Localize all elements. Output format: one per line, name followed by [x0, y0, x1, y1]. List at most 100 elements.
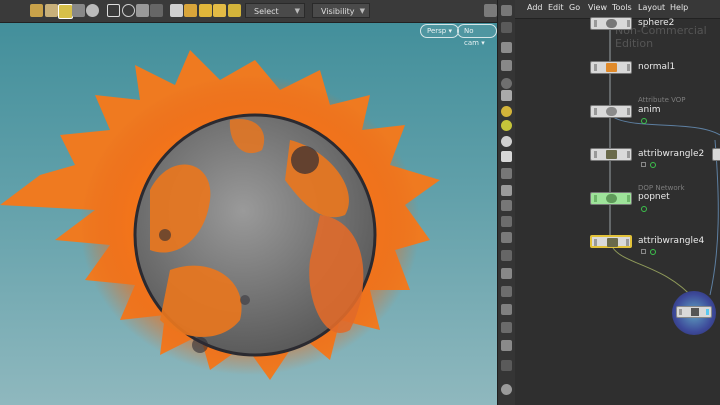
network-editor[interactable]: Add Edit Go View Tools Layout Help Non-C… [515, 0, 720, 405]
particle-sphere-render [0, 50, 440, 380]
template-icon[interactable] [501, 304, 512, 315]
node-flag[interactable] [627, 64, 630, 71]
diamond-icon[interactable] [199, 4, 212, 17]
node-normal1[interactable] [590, 61, 632, 74]
wire [612, 247, 696, 301]
dark-speckle [192, 337, 208, 353]
viewport-toolbar: Select ▼ Visibility ▼ [0, 0, 497, 23]
select-dropdown[interactable]: Select ▼ [245, 3, 305, 18]
node-offscreen[interactable] [712, 148, 720, 161]
box-select-icon[interactable] [107, 4, 120, 17]
gear-select-icon[interactable] [213, 4, 226, 17]
bypass-indicator-icon [641, 206, 647, 212]
lock-icon[interactable] [501, 60, 512, 71]
node-flag[interactable] [594, 64, 597, 71]
wireframe-icon[interactable] [501, 136, 512, 147]
dark-speckle [159, 229, 171, 241]
node-label-normal1: normal1 [638, 62, 676, 72]
scene-viewport[interactable]: Select ▼ Visibility ▼ Persp ▾ No cam ▾ [0, 0, 497, 405]
bounding-box-icon[interactable] [501, 286, 512, 297]
output-icon [691, 308, 699, 316]
dop-icon [606, 194, 617, 203]
output-node-body [676, 306, 712, 318]
lighting-icon[interactable] [501, 22, 512, 33]
chevron-down-icon: ▼ [359, 7, 365, 15]
node-label-attribwrangle4: attribwrangle4 [638, 236, 705, 246]
node-flag[interactable] [594, 151, 597, 158]
camera-label: No cam [464, 27, 479, 47]
node-flag[interactable] [679, 309, 682, 315]
output-node[interactable] [672, 291, 716, 335]
grid-icon[interactable] [501, 151, 512, 162]
brush-select-icon[interactable] [136, 4, 149, 17]
bypass-indicator-icon [650, 162, 656, 168]
wire [709, 139, 719, 296]
uv-icon[interactable] [501, 232, 512, 243]
node-attribwrangle4[interactable] [590, 235, 632, 248]
crown-icon[interactable] [228, 4, 241, 17]
node-flag[interactable] [627, 195, 630, 202]
vop-icon [606, 107, 617, 116]
point-numbers-icon[interactable] [501, 268, 512, 279]
node-flag[interactable] [594, 239, 597, 246]
node-attribwrangle2[interactable] [590, 148, 632, 161]
bypass-indicator-icon [641, 118, 647, 124]
wrangle-icon [606, 150, 617, 159]
node-type-anim: Attribute VOP [638, 96, 686, 104]
geo-icon[interactable] [501, 384, 512, 395]
persp-menu[interactable]: Persp ▾ [420, 24, 459, 38]
flipbook-icon[interactable] [501, 360, 512, 371]
wire [612, 116, 720, 136]
node-label-sphere2: sphere2 [638, 18, 675, 28]
persp-label: Persp [427, 27, 447, 35]
node-flag[interactable] [627, 108, 630, 115]
lasso-icon[interactable] [122, 4, 135, 17]
shield-icon[interactable] [45, 4, 58, 17]
prim-numbers-icon[interactable] [501, 250, 512, 261]
connectivity-icon[interactable] [184, 4, 197, 17]
node-label-attribwrangle2: attribwrangle2 [638, 149, 705, 159]
scale-icon[interactable] [501, 322, 512, 333]
node-anim[interactable] [590, 105, 632, 118]
laser-select-icon[interactable] [150, 4, 163, 17]
node-flag[interactable] [626, 239, 629, 246]
normals-icon[interactable] [501, 168, 512, 179]
dark-speckle [240, 295, 250, 305]
node-flag[interactable] [594, 108, 597, 115]
select-dropdown-label: Select [254, 7, 279, 16]
light-icon[interactable] [501, 106, 512, 117]
select-mode-icon[interactable] [58, 4, 73, 19]
wrangle-icon [607, 238, 618, 247]
bulb-icon[interactable] [501, 120, 512, 131]
snap-icon[interactable] [501, 42, 512, 53]
pick-icon[interactable] [170, 4, 183, 17]
node-type-popnet: DOP Network [638, 184, 685, 192]
node-flag[interactable] [594, 195, 597, 202]
display-flag-icon[interactable] [706, 309, 709, 315]
camera-menu[interactable]: No cam ▾ [457, 24, 497, 47]
vertices-icon[interactable] [501, 200, 512, 211]
ghost-icon[interactable] [501, 78, 512, 89]
visibility-dropdown-label: Visibility [321, 7, 355, 16]
sphere-icon [606, 19, 617, 28]
points-icon[interactable] [501, 185, 512, 196]
rotate-icon[interactable] [86, 4, 99, 17]
node-sphere2[interactable] [590, 17, 632, 30]
node-flag[interactable] [627, 151, 630, 158]
viewport-options-icon[interactable] [484, 4, 497, 17]
transform-icon[interactable] [72, 4, 85, 17]
lock-icon [641, 249, 646, 254]
node-flag[interactable] [594, 20, 597, 27]
node-popnet[interactable] [590, 192, 632, 205]
handle-tool-icon[interactable] [30, 4, 43, 17]
link-icon[interactable] [501, 340, 512, 351]
node-flag[interactable] [627, 20, 630, 27]
dark-speckle [291, 146, 319, 174]
node-label-popnet: popnet [638, 192, 670, 202]
chevron-down-icon: ▼ [294, 7, 300, 15]
node-label-anim: anim [638, 105, 661, 115]
edges-icon[interactable] [501, 216, 512, 227]
shading-icon[interactable] [501, 90, 512, 101]
display-icon[interactable] [501, 5, 512, 16]
visibility-dropdown[interactable]: Visibility ▼ [312, 3, 370, 18]
